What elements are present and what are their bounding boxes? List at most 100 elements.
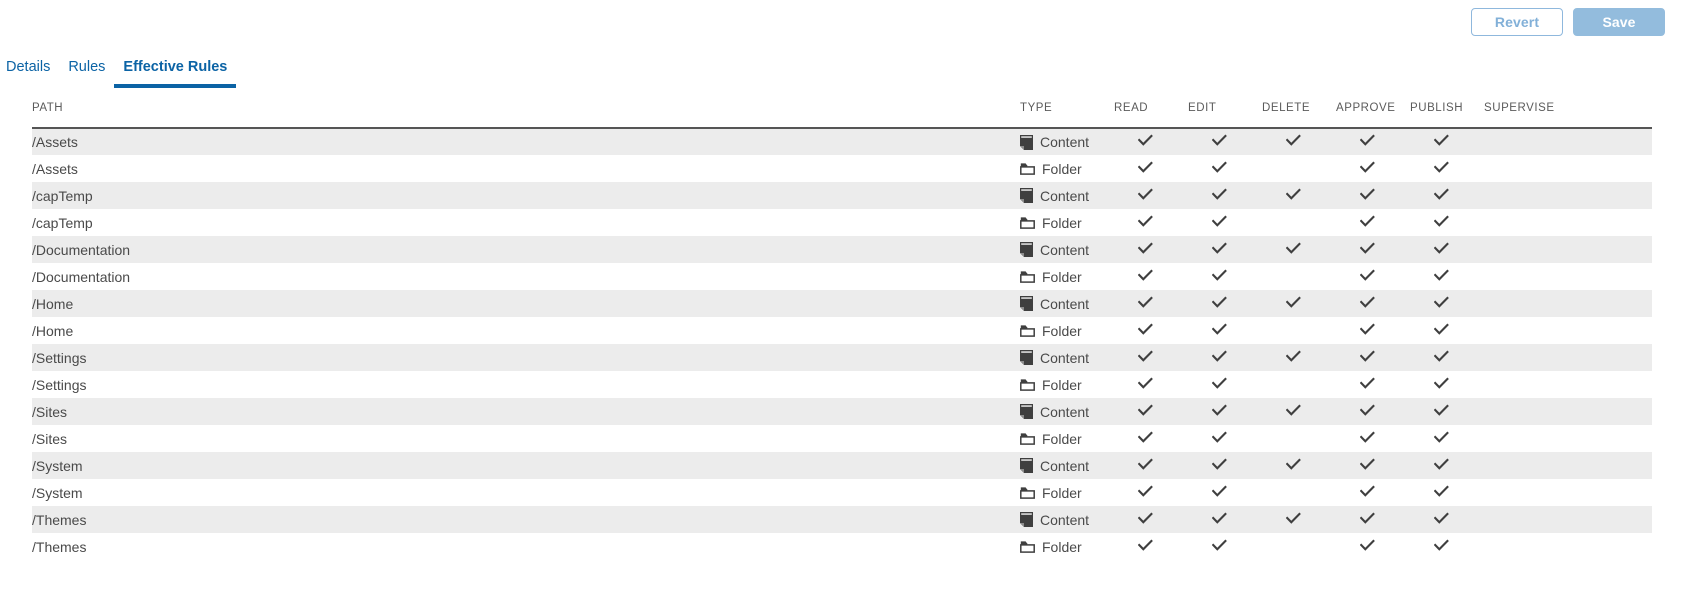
table-row[interactable]: /Assets Folder <box>32 155 1652 182</box>
table-row[interactable]: /Sites Folder <box>32 425 1652 452</box>
column-header-supervise: SUPERVISE <box>1484 102 1652 129</box>
permission-granted-edit <box>1188 539 1227 555</box>
cell-supervise <box>1484 371 1652 398</box>
permission-granted-publish <box>1410 431 1449 447</box>
cell-supervise <box>1484 344 1652 371</box>
type-cell-content: Content <box>1020 404 1114 420</box>
check-icon <box>1359 323 1375 336</box>
folder-icon <box>1020 324 1035 337</box>
permission-granted-approve <box>1336 161 1375 177</box>
cell-type: Content <box>1020 128 1114 155</box>
cell-type: Content <box>1020 236 1114 263</box>
cell-publish <box>1410 506 1484 533</box>
permission-granted-approve <box>1336 350 1375 366</box>
check-icon <box>1211 377 1227 390</box>
folder-icon <box>1020 378 1035 391</box>
table-row[interactable]: /System Folder <box>32 479 1652 506</box>
cell-edit <box>1188 236 1262 263</box>
cell-type: Content <box>1020 506 1114 533</box>
permission-granted-approve <box>1336 215 1375 231</box>
revert-button[interactable]: Revert <box>1471 8 1563 36</box>
cell-read <box>1114 344 1188 371</box>
check-icon <box>1433 134 1449 147</box>
table-row[interactable]: /capTemp Content <box>32 182 1652 209</box>
cell-edit <box>1188 155 1262 182</box>
check-icon <box>1137 377 1153 390</box>
cell-delete <box>1262 479 1336 506</box>
permission-granted-approve <box>1336 485 1375 501</box>
table-row[interactable]: /System Content <box>32 452 1652 479</box>
permission-granted-publish <box>1410 485 1449 501</box>
table-row[interactable]: /Settings Folder <box>32 371 1652 398</box>
table-row[interactable]: /Themes Folder <box>32 533 1652 560</box>
check-icon <box>1359 215 1375 228</box>
tab-effective-rules[interactable]: Effective Rules <box>114 59 237 88</box>
cell-read <box>1114 425 1188 452</box>
table-row[interactable]: /capTemp Folder <box>32 209 1652 236</box>
check-icon <box>1359 296 1375 309</box>
tab-details[interactable]: Details <box>0 59 59 88</box>
check-icon <box>1359 431 1375 444</box>
permission-granted-edit <box>1188 296 1227 312</box>
check-icon <box>1359 377 1375 390</box>
check-icon <box>1211 458 1227 471</box>
column-header-edit: EDIT <box>1188 102 1262 129</box>
check-icon <box>1137 350 1153 363</box>
content-icon <box>1020 296 1033 311</box>
permission-granted-edit <box>1188 242 1227 258</box>
permission-granted-publish <box>1410 269 1449 285</box>
tab-rules[interactable]: Rules <box>59 59 114 88</box>
check-icon <box>1137 431 1153 444</box>
cell-publish <box>1410 128 1484 155</box>
permission-granted-publish <box>1410 350 1449 366</box>
type-cell-content: Content <box>1020 350 1114 366</box>
table-row[interactable]: /Home Folder <box>32 317 1652 344</box>
cell-publish <box>1410 290 1484 317</box>
cell-edit <box>1188 506 1262 533</box>
cell-approve <box>1336 533 1410 560</box>
check-icon <box>1433 431 1449 444</box>
cell-delete <box>1262 236 1336 263</box>
table-row[interactable]: /Assets Content <box>32 128 1652 155</box>
cell-approve <box>1336 452 1410 479</box>
permission-granted-approve <box>1336 404 1375 420</box>
table-row[interactable]: /Settings Content <box>32 344 1652 371</box>
cell-publish <box>1410 533 1484 560</box>
table-row[interactable]: /Themes Content <box>32 506 1652 533</box>
type-cell-content: Content <box>1020 134 1114 150</box>
cell-read <box>1114 533 1188 560</box>
tab-bar: Details Rules Effective Rules <box>0 56 237 88</box>
cell-type: Folder <box>1020 155 1114 182</box>
check-icon <box>1433 269 1449 282</box>
cell-path: /Documentation <box>32 236 1020 263</box>
check-icon <box>1433 323 1449 336</box>
table-row[interactable]: /Documentation Folder <box>32 263 1652 290</box>
cell-edit <box>1188 128 1262 155</box>
permission-granted-approve <box>1336 242 1375 258</box>
column-header-path: PATH <box>32 102 1020 129</box>
cell-delete <box>1262 290 1336 317</box>
save-button[interactable]: Save <box>1573 8 1665 36</box>
check-icon <box>1433 350 1449 363</box>
permission-granted-read <box>1114 431 1153 447</box>
type-label: Content <box>1040 187 1090 204</box>
table-row[interactable]: /Home Content <box>32 290 1652 317</box>
folder-icon <box>1020 216 1035 229</box>
type-label: Folder <box>1042 268 1082 285</box>
cell-supervise <box>1484 506 1652 533</box>
table-row[interactable]: /Sites Content <box>32 398 1652 425</box>
cell-delete <box>1262 317 1336 344</box>
check-icon <box>1285 188 1301 201</box>
type-label: Folder <box>1042 160 1082 177</box>
type-label: Folder <box>1042 484 1082 501</box>
check-icon <box>1137 242 1153 255</box>
type-cell-content: Content <box>1020 188 1114 204</box>
check-icon <box>1137 323 1153 336</box>
table-row[interactable]: /Documentation Content <box>32 236 1652 263</box>
permission-granted-read <box>1114 296 1153 312</box>
cell-approve <box>1336 398 1410 425</box>
type-label: Content <box>1040 134 1090 150</box>
cell-edit <box>1188 209 1262 236</box>
content-icon <box>1020 404 1033 419</box>
check-icon <box>1137 485 1153 498</box>
